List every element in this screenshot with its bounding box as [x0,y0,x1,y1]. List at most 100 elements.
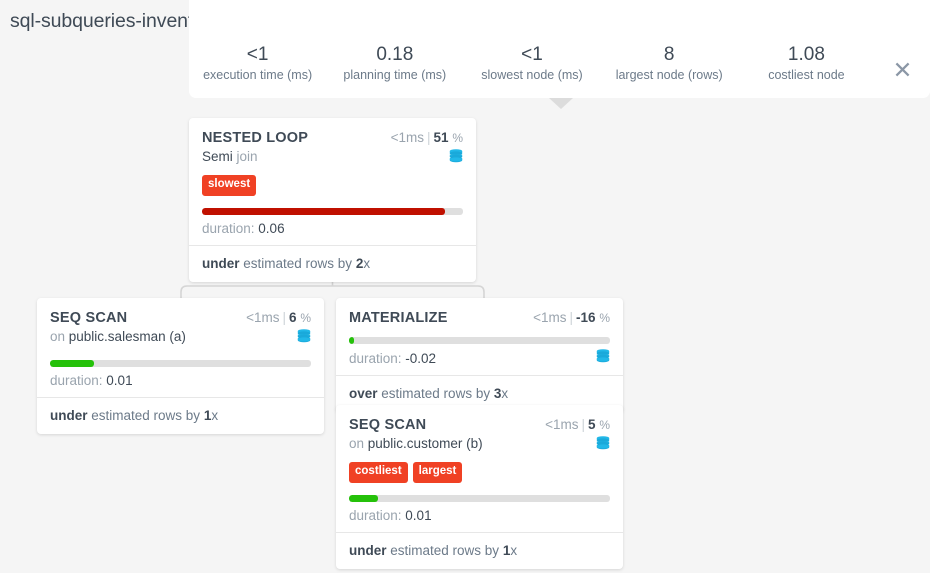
node-time: <1ms [545,417,579,432]
database-icon [449,149,463,164]
database-icon [596,349,610,364]
node-estimate-footer: under estimated rows by 2x [189,244,476,282]
node-duration-value: 0.01 [106,373,133,388]
plan-node-seq-scan-customer[interactable]: SEQ SCAN <1ms | 5 % on public.customer (b) [336,405,623,569]
stat-label: execution time (ms) [203,68,313,82]
node-estimate-footer: under estimated rows by 1x [336,531,623,569]
node-estimate-direction: under [349,542,387,558]
stat-execution-time: <1 execution time (ms) [189,44,326,84]
node-duration-bar-track [349,494,610,502]
node-type-label: SEQ SCAN [349,417,427,433]
node-percent-sign: % [599,311,610,325]
node-duration: duration: 0.01 [50,373,311,388]
node-subtitle-strong: Semi [202,149,233,164]
node-time: <1ms [390,130,425,145]
node-duration-bar-track [50,360,311,367]
node-metrics: <1ms | 5 % [545,417,610,432]
node-duration-label: duration: [349,507,406,523]
node-percent: 6 [289,310,297,325]
status-badge-costliest: costliest [349,462,408,483]
node-subtitle: on public.salesman (a) [50,329,186,344]
node-subtitle-row: Semi join [202,149,463,168]
node-body: NESTED LOOP <1ms | 51 % Semi join slowes… [189,118,476,236]
node-duration-bar-fill [349,337,355,344]
node-subtitle-rest: join [232,149,258,164]
node-duration-label: duration: [202,220,259,236]
stat-label: largest node (rows) [615,68,723,82]
stat-label: costliest node [768,68,845,82]
node-subtitle-rest: public.salesman (a) [65,329,186,344]
node-metrics: <1ms | -16 % [533,310,610,325]
status-badge-largest: largest [412,462,463,483]
node-body: SEQ SCAN <1ms | 5 % on public.customer (b) [336,405,623,523]
node-estimate-text: estimated rows by [386,542,503,558]
summary-stats-card: <1 execution time (ms) 0.18 planning tim… [189,0,930,98]
node-type-label: NESTED LOOP [202,130,309,146]
node-subtitle-strong: on [50,329,66,344]
node-subtitle: Semi join [202,149,258,164]
node-percent-sign: % [300,311,311,325]
node-estimate-direction: under [50,408,88,423]
node-subtitle-strong: on [349,436,365,451]
node-type-label: MATERIALIZE [349,310,448,326]
node-estimate-direction: under [202,255,240,271]
node-duration-bar-fill [50,360,95,367]
node-subtitle-rest: public.customer (b) [364,436,483,451]
node-percent: 51 [433,130,449,145]
stat-value: 1.08 [787,44,825,65]
node-type-label: SEQ SCAN [50,310,128,326]
stat-label: planning time (ms) [343,68,447,82]
node-estimate-suffix: x [510,542,518,558]
stat-costliest-node: 1.08 costliest node [738,44,875,84]
node-header: SEQ SCAN <1ms | 5 % [349,417,610,433]
node-duration-bar-fill [349,494,378,502]
plan-node-materialize[interactable]: MATERIALIZE <1ms|-16 % duration: -0.02 [336,298,623,412]
plan-node-nested-loop[interactable]: NESTED LOOP <1ms | 51 % Semi join slowes… [189,118,476,282]
node-estimate-suffix: x [211,408,219,423]
node-header: SEQ SCAN <1ms | 6 % [50,310,311,326]
node-body: MATERIALIZE <1ms | -16 % duration: -0.02 [336,298,623,366]
stat-planning-time: 0.18 planning time (ms) [326,44,463,84]
node-estimate-direction: over [349,386,378,401]
node-badges: slowest [202,175,463,196]
node-body: SEQ SCAN <1ms | 6 % on public.salesman (a) [37,298,324,388]
node-estimate-suffix: x [501,386,509,401]
node-time: <1ms [533,310,567,325]
node-header: MATERIALIZE <1ms | -16 % [349,310,610,326]
node-badges: costliest largest [349,462,610,483]
stat-value: 8 [663,44,675,65]
stat-value: <1 [246,44,269,65]
database-icon [596,436,610,451]
node-metric-separator: | [427,130,431,145]
node-duration-row: duration: -0.02 [349,347,610,366]
node-subtitle: on public.customer (b) [349,436,483,451]
node-metric-separator: | [581,417,586,432]
database-icon [297,329,311,344]
node-subtitle-row: on public.customer (b) [349,436,610,455]
stat-value: <1 [521,44,543,65]
stat-slowest-node: <1 slowest node (ms) [463,44,600,84]
node-estimate-text: estimated rows by [239,255,356,271]
node-percent: 5 [588,417,596,432]
node-duration-bar-track [202,207,463,215]
node-duration-bar-track [349,337,610,344]
node-percent-sign: % [599,418,610,432]
node-subtitle-row: on public.salesman (a) [50,329,311,348]
node-duration-value: 0.06 [258,220,285,236]
plan-node-seq-scan-salesman[interactable]: SEQ SCAN <1ms | 6 % on public.salesman (a) [37,298,324,434]
node-estimate-footer: under estimated rows by 1x [37,397,324,434]
stat-largest-node: 8 largest node (rows) [601,44,738,84]
node-duration-label: duration: [50,373,107,388]
node-percent-sign: % [452,131,463,145]
status-badge-slowest: slowest [202,175,257,196]
node-metric-separator: | [569,310,574,325]
node-metrics: <1ms | 51 % [391,130,463,145]
node-duration: duration: 0.01 [349,508,610,523]
node-estimate-text: estimated rows by [87,408,204,423]
node-duration: duration: 0.06 [202,221,463,236]
node-metrics: <1ms | 6 % [246,310,311,325]
node-duration-bar-fill [202,207,445,215]
node-estimate-suffix: x [363,255,371,271]
summary-stats-list: <1 execution time (ms) 0.18 planning tim… [189,44,875,84]
node-percent: -16 [576,310,596,325]
